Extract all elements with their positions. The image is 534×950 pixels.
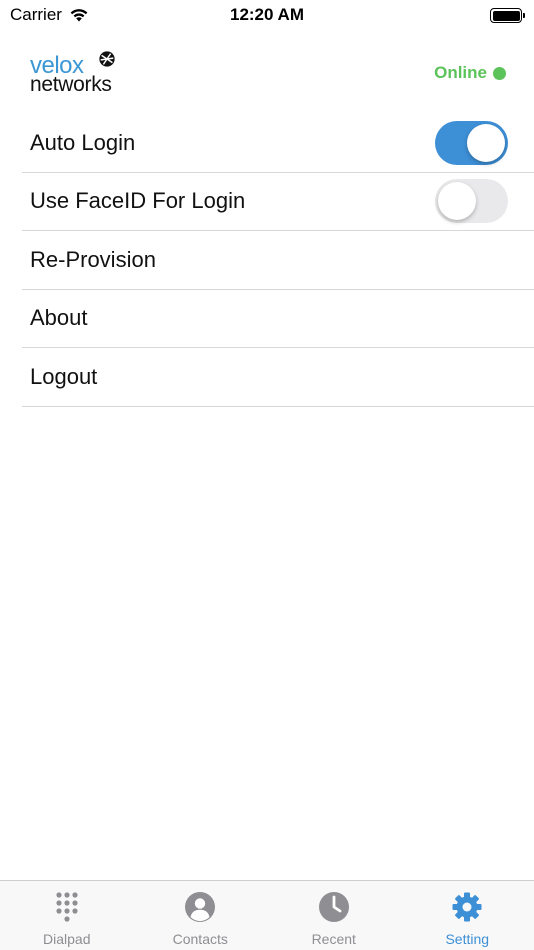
settings-list: Auto Login Use FaceID For Login Re-Provi… [22, 114, 534, 407]
gear-icon [452, 892, 482, 922]
setting-row-re-provision[interactable]: Re-Provision [22, 231, 534, 290]
auto-login-label: Auto Login [30, 129, 136, 155]
tab-dialpad[interactable]: Dialpad [0, 881, 134, 950]
velox-networks-logo: velox networks [30, 50, 140, 98]
tab-setting[interactable]: Setting [401, 881, 534, 950]
logout-label: Logout [30, 363, 98, 389]
contact-icon [185, 892, 216, 922]
tab-bar: Dialpad Contacts Recent Setting [0, 880, 534, 950]
setting-row-logout[interactable]: Logout [22, 348, 534, 407]
dialpad-icon [56, 892, 78, 922]
auto-login-toggle[interactable] [435, 120, 508, 165]
presence-label: Online [434, 63, 487, 82]
toggle-knob [438, 182, 476, 221]
setting-row-about[interactable]: About [22, 290, 534, 348]
presence-status: Online [434, 63, 506, 83]
tab-dialpad-label: Dialpad [43, 931, 91, 947]
logo-mark-icon [99, 51, 115, 67]
online-dot-icon [493, 66, 506, 80]
battery-icon [490, 8, 525, 23]
setting-row-face-id: Use FaceID For Login [22, 173, 534, 231]
tab-contacts[interactable]: Contacts [134, 881, 268, 950]
status-bar: Carrier 12:20 AM [0, 0, 534, 32]
face-id-label: Use FaceID For Login [30, 188, 246, 214]
header: velox networks Online [30, 50, 506, 98]
logo-text-networks: networks [30, 73, 112, 96]
toggle-knob [467, 123, 505, 162]
re-provision-label: Re-Provision [30, 246, 156, 272]
tab-contacts-label: Contacts [172, 931, 228, 947]
status-time: 12:20 AM [229, 5, 304, 24]
tab-recent-label: Recent [311, 931, 356, 947]
face-id-toggle[interactable] [435, 179, 508, 224]
clock-icon [318, 892, 349, 922]
setting-row-auto-login: Auto Login [22, 114, 534, 173]
tab-recent[interactable]: Recent [267, 881, 401, 950]
about-label: About [30, 305, 88, 331]
tab-setting-label: Setting [445, 931, 490, 947]
